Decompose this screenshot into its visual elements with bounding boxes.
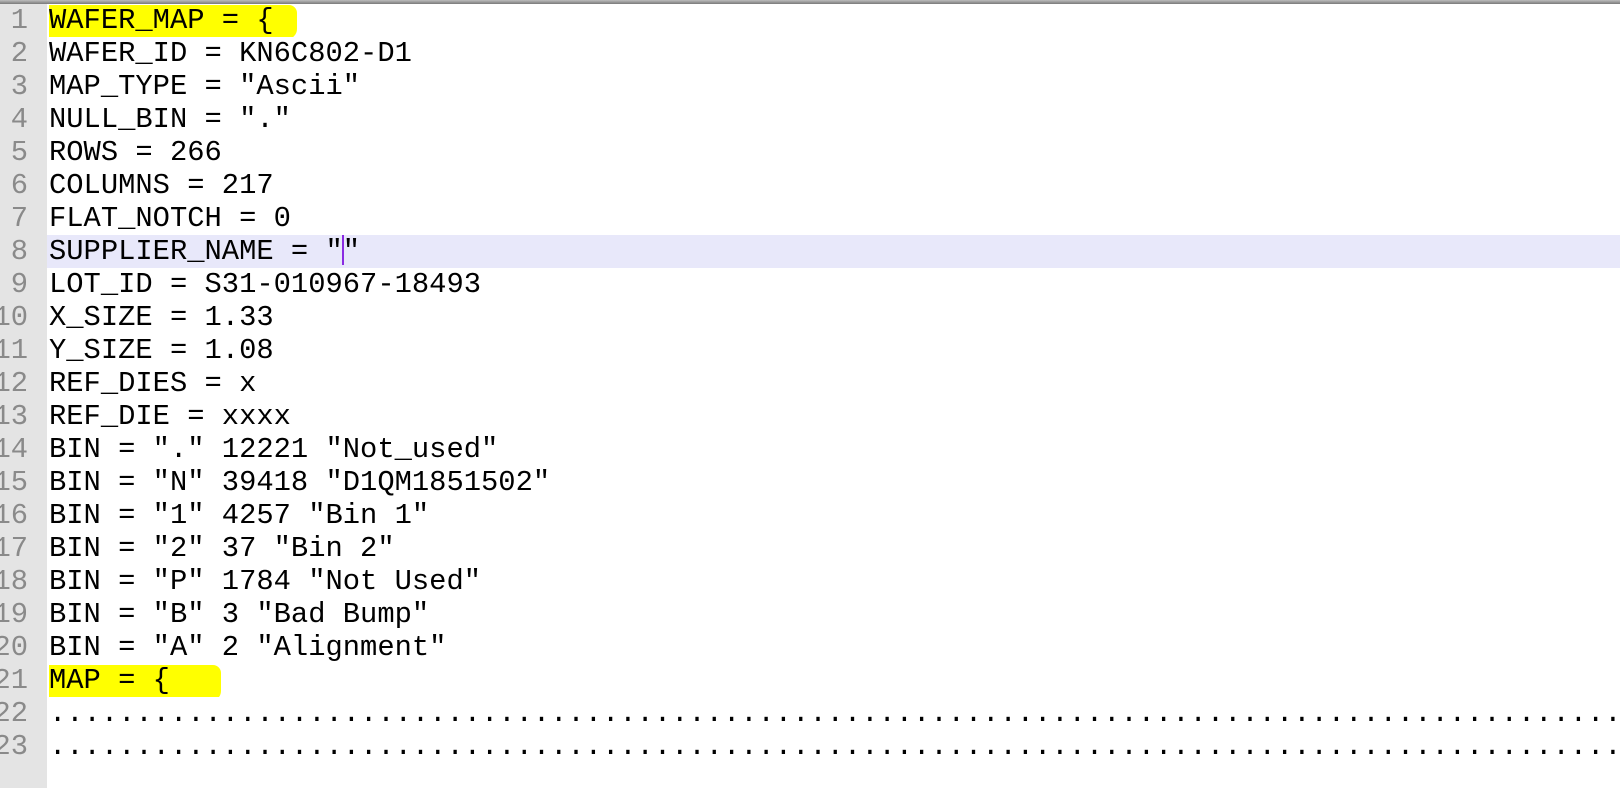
- line-number: 8: [0, 235, 47, 268]
- line-content[interactable]: BIN = "A" 2 "Alignment": [49, 631, 1620, 664]
- editor-line[interactable]: 21 MAP = {: [0, 664, 1620, 697]
- line-number: 20: [0, 631, 28, 664]
- editor-line[interactable]: 19 BIN = "B" 3 "Bad Bump": [0, 598, 1620, 631]
- editor-line[interactable]: 14 BIN = "." 12221 "Not_used": [0, 433, 1620, 466]
- editor-line[interactable]: 18 BIN = "P" 1784 "Not Used": [0, 565, 1620, 598]
- line-number: 18: [0, 565, 28, 598]
- line-content[interactable]: NULL_BIN = ".": [49, 103, 1620, 136]
- line-content[interactable]: Y_SIZE = 1.08: [49, 334, 1620, 367]
- line-number: 15: [0, 466, 28, 499]
- line-content[interactable]: BIN = "B" 3 "Bad Bump": [49, 598, 1620, 631]
- text-editor[interactable]: 1 WAFER_MAP = { 2 WAFER_ID = KN6C802-D1 3M…: [0, 4, 1620, 763]
- editor-line[interactable]: 3 MAP_TYPE = "Ascii": [0, 70, 1620, 103]
- line-content[interactable]: ........................................…: [49, 697, 1620, 730]
- line-number: 23: [0, 730, 28, 763]
- line-number: 1: [10, 4, 28, 37]
- line-number: 4: [10, 103, 28, 136]
- line-number: 21: [0, 664, 28, 697]
- line-content[interactable]: BIN = "2" 37 "Bin 2": [49, 532, 1620, 565]
- line-number: 9: [10, 268, 28, 301]
- editor-line[interactable]: 15 BIN = "N" 39418 "D1QM1851502": [0, 466, 1620, 499]
- editor-line[interactable]: 10 X_SIZE = 1.33: [0, 301, 1620, 334]
- editor-line[interactable]: 11 Y_SIZE = 1.08: [0, 334, 1620, 367]
- editor-line[interactable]: 23......................................…: [0, 730, 1620, 763]
- line-number: 3: [10, 70, 28, 103]
- line-content[interactable]: X_SIZE = 1.33: [49, 301, 1620, 334]
- line-content[interactable]: SUPPLIER_NAME = "": [49, 235, 1620, 268]
- editor-line[interactable]: 9 LOT_ID = S31-010967-18493: [0, 268, 1620, 301]
- line-content[interactable]: LOT_ID = S31-010967-18493: [49, 268, 1620, 301]
- line-content[interactable]: MAP = {: [49, 664, 1620, 697]
- editor-line[interactable]: 6 COLUMNS = 217: [0, 169, 1620, 202]
- line-content[interactable]: MAP_TYPE = "Ascii": [49, 70, 1620, 103]
- editor-line[interactable]: 7 FLAT_NOTCH = 0: [0, 202, 1620, 235]
- editor-line-current[interactable]: 8 SUPPLIER_NAME = "": [0, 235, 1620, 268]
- line-number: 12: [0, 367, 28, 400]
- line-number: 19: [0, 598, 28, 631]
- line-number: 10: [0, 301, 28, 334]
- line-number: 11: [0, 334, 28, 367]
- editor-line[interactable]: 12 REF_DIES = x: [0, 367, 1620, 400]
- line-content[interactable]: REF_DIES = x: [49, 367, 1620, 400]
- line-number: 5: [10, 136, 28, 169]
- editor-line[interactable]: 20 BIN = "A" 2 "Alignment": [0, 631, 1620, 664]
- editor-line[interactable]: 5 ROWS = 266: [0, 136, 1620, 169]
- line-content[interactable]: ........................................…: [49, 730, 1620, 763]
- line-content[interactable]: BIN = "N" 39418 "D1QM1851502": [49, 466, 1620, 499]
- line-content[interactable]: ROWS = 266: [49, 136, 1620, 169]
- line-number: 7: [10, 202, 28, 235]
- line-content[interactable]: BIN = "." 12221 "Not_used": [49, 433, 1620, 466]
- line-content[interactable]: WAFER_MAP = {: [49, 4, 1620, 37]
- line-number: 16: [0, 499, 28, 532]
- line-content[interactable]: COLUMNS = 217: [49, 169, 1620, 202]
- editor-line[interactable]: 22......................................…: [0, 697, 1620, 730]
- line-number: 17: [0, 532, 28, 565]
- line-number: 22: [0, 697, 28, 730]
- line-content[interactable]: FLAT_NOTCH = 0: [49, 202, 1620, 235]
- editor-line[interactable]: 2 WAFER_ID = KN6C802-D1: [0, 37, 1620, 70]
- line-content[interactable]: BIN = "1" 4257 "Bin 1": [49, 499, 1620, 532]
- line-number: 14: [0, 433, 28, 466]
- line-content[interactable]: BIN = "P" 1784 "Not Used": [49, 565, 1620, 598]
- editor-line[interactable]: 13 REF_DIE = xxxx: [0, 400, 1620, 433]
- line-number: 13: [0, 400, 28, 433]
- editor-line[interactable]: 1 WAFER_MAP = {: [0, 4, 1620, 37]
- editor-line[interactable]: 17 BIN = "2" 37 "Bin 2": [0, 532, 1620, 565]
- editor-line[interactable]: 16 BIN = "1" 4257 "Bin 1": [0, 499, 1620, 532]
- editor-line[interactable]: 4 NULL_BIN = ".": [0, 103, 1620, 136]
- line-content[interactable]: WAFER_ID = KN6C802-D1: [49, 37, 1620, 70]
- line-number: 6: [10, 169, 28, 202]
- line-content[interactable]: REF_DIE = xxxx: [49, 400, 1620, 433]
- line-number: 2: [10, 37, 28, 70]
